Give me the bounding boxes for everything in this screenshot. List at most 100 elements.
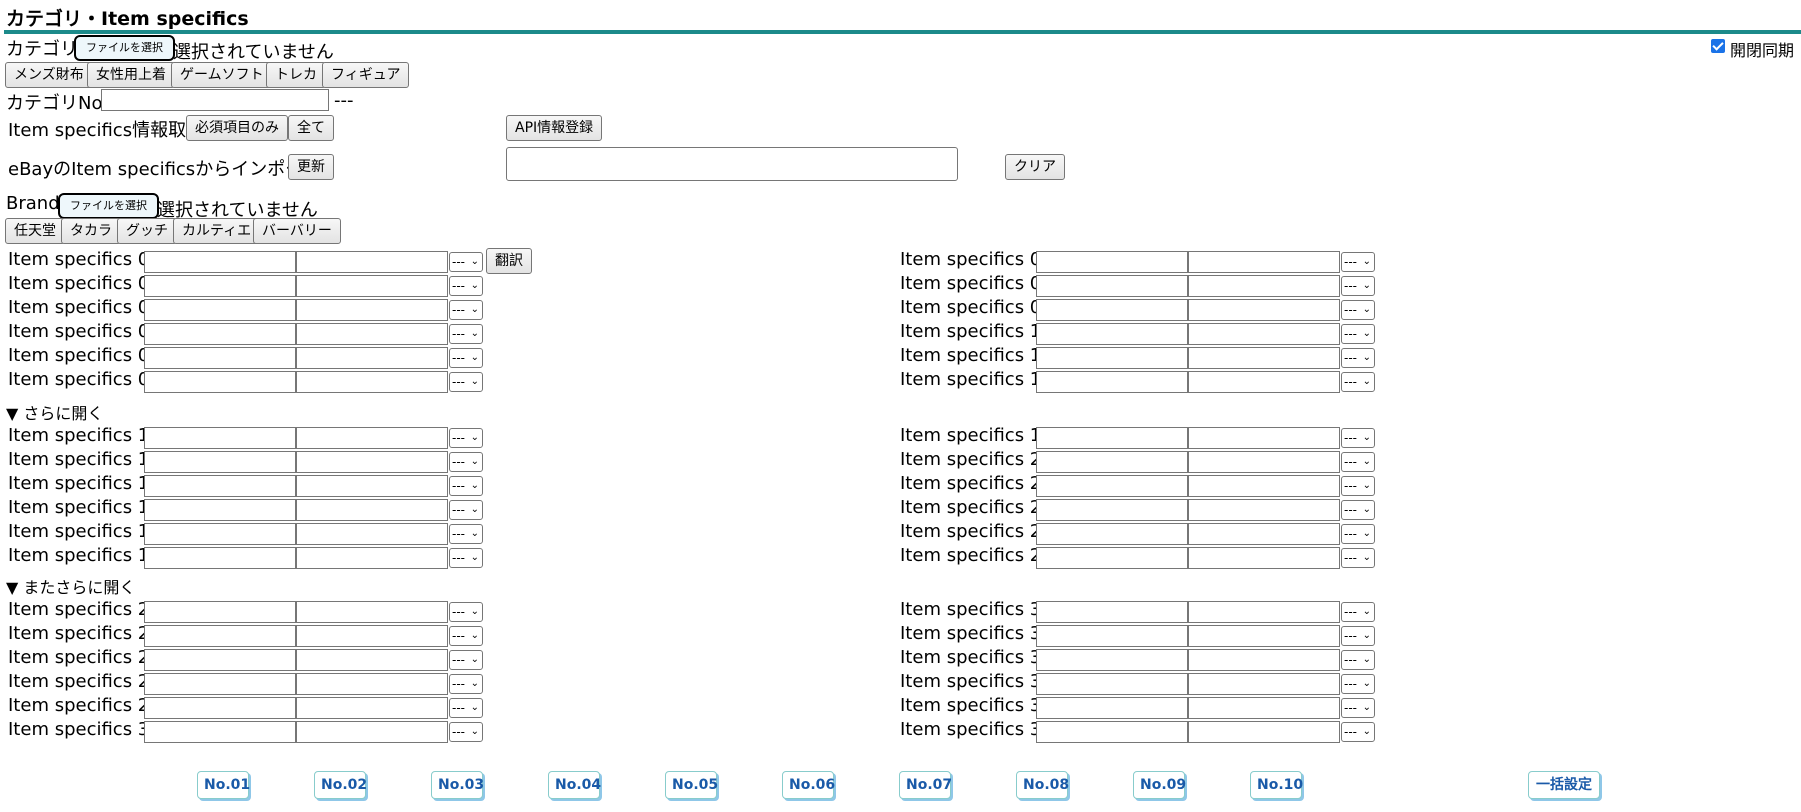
item-specifics-value-input[interactable] bbox=[1188, 625, 1340, 647]
item-specifics-value-input[interactable] bbox=[1188, 523, 1340, 545]
number-button[interactable]: No.06 bbox=[782, 771, 835, 799]
item-specifics-select[interactable]: --- ⌄ bbox=[1341, 276, 1375, 296]
item-specifics-name-input[interactable] bbox=[1036, 697, 1188, 719]
item-specifics-value-input[interactable] bbox=[296, 625, 448, 647]
item-specifics-name-input[interactable] bbox=[1036, 347, 1188, 369]
item-specifics-value-input[interactable] bbox=[1188, 697, 1340, 719]
item-specifics-value-input[interactable] bbox=[1188, 475, 1340, 497]
api-register-button[interactable]: API情報登録 bbox=[506, 115, 603, 141]
item-specifics-name-input[interactable] bbox=[1036, 523, 1188, 545]
item-specifics-name-input[interactable] bbox=[1036, 547, 1188, 569]
item-specifics-value-input[interactable] bbox=[296, 275, 448, 297]
expand-further-toggle[interactable]: ▼ またさらに開く bbox=[6, 574, 135, 598]
item-specifics-name-input[interactable] bbox=[1036, 451, 1188, 473]
brand-preset-button[interactable]: バーバリー bbox=[253, 218, 341, 244]
item-specifics-value-input[interactable] bbox=[296, 697, 448, 719]
item-specifics-select[interactable]: --- ⌄ bbox=[1341, 698, 1375, 718]
category-number-input[interactable] bbox=[101, 89, 329, 111]
item-specifics-name-input[interactable] bbox=[144, 275, 296, 297]
item-specifics-name-input[interactable] bbox=[1036, 371, 1188, 393]
category-preset-button[interactable]: トレカ bbox=[266, 62, 326, 88]
item-specifics-name-input[interactable] bbox=[1036, 299, 1188, 321]
import-textarea[interactable] bbox=[506, 147, 958, 181]
item-specifics-select[interactable]: --- ⌄ bbox=[449, 324, 483, 344]
number-button[interactable]: No.01 bbox=[197, 771, 250, 799]
item-specifics-name-input[interactable] bbox=[1036, 601, 1188, 623]
expand-more-toggle[interactable]: ▼ さらに開く bbox=[6, 400, 103, 424]
item-specifics-value-input[interactable] bbox=[1188, 451, 1340, 473]
required-only-button[interactable]: 必須項目のみ bbox=[186, 115, 288, 141]
item-specifics-value-input[interactable] bbox=[296, 371, 448, 393]
item-specifics-select[interactable]: --- ⌄ bbox=[1341, 626, 1375, 646]
item-specifics-select[interactable]: --- ⌄ bbox=[449, 276, 483, 296]
item-specifics-name-input[interactable] bbox=[144, 697, 296, 719]
brand-file-button[interactable]: ファイルを選択 bbox=[58, 193, 159, 219]
item-specifics-select[interactable]: --- ⌄ bbox=[449, 476, 483, 496]
translate-button[interactable]: 翻訳 bbox=[486, 248, 532, 274]
category-preset-button[interactable]: ゲームソフト bbox=[171, 62, 273, 88]
item-specifics-value-input[interactable] bbox=[296, 721, 448, 743]
item-specifics-value-input[interactable] bbox=[1188, 275, 1340, 297]
item-specifics-name-input[interactable] bbox=[1036, 323, 1188, 345]
all-button[interactable]: 全て bbox=[288, 115, 334, 141]
item-specifics-value-input[interactable] bbox=[296, 649, 448, 671]
item-specifics-name-input[interactable] bbox=[144, 721, 296, 743]
item-specifics-select[interactable]: --- ⌄ bbox=[449, 252, 483, 272]
item-specifics-select[interactable]: --- ⌄ bbox=[1341, 348, 1375, 368]
item-specifics-value-input[interactable] bbox=[296, 427, 448, 449]
item-specifics-name-input[interactable] bbox=[144, 547, 296, 569]
item-specifics-select[interactable]: --- ⌄ bbox=[1341, 650, 1375, 670]
item-specifics-value-input[interactable] bbox=[296, 499, 448, 521]
item-specifics-name-input[interactable] bbox=[144, 499, 296, 521]
item-specifics-value-input[interactable] bbox=[296, 547, 448, 569]
item-specifics-value-input[interactable] bbox=[1188, 347, 1340, 369]
brand-preset-button[interactable]: カルティエ bbox=[173, 218, 261, 244]
category-preset-button[interactable]: メンズ財布 bbox=[5, 62, 93, 88]
item-specifics-value-input[interactable] bbox=[296, 299, 448, 321]
update-button[interactable]: 更新 bbox=[288, 154, 334, 180]
item-specifics-select[interactable]: --- ⌄ bbox=[449, 548, 483, 568]
category-preset-button[interactable]: フィギュア bbox=[322, 62, 410, 88]
item-specifics-select[interactable]: --- ⌄ bbox=[1341, 372, 1375, 392]
item-specifics-name-input[interactable] bbox=[1036, 625, 1188, 647]
item-specifics-select[interactable]: --- ⌄ bbox=[449, 674, 483, 694]
item-specifics-name-input[interactable] bbox=[144, 451, 296, 473]
item-specifics-name-input[interactable] bbox=[1036, 673, 1188, 695]
item-specifics-name-input[interactable] bbox=[1036, 275, 1188, 297]
item-specifics-name-input[interactable] bbox=[1036, 499, 1188, 521]
category-file-button[interactable]: ファイルを選択 bbox=[74, 35, 175, 61]
item-specifics-select[interactable]: --- ⌄ bbox=[449, 372, 483, 392]
item-specifics-select[interactable]: --- ⌄ bbox=[449, 722, 483, 742]
bulk-set-button[interactable]: 一括設定 bbox=[1528, 771, 1600, 799]
item-specifics-name-input[interactable] bbox=[144, 427, 296, 449]
item-specifics-select[interactable]: --- ⌄ bbox=[1341, 300, 1375, 320]
number-button[interactable]: No.03 bbox=[431, 771, 484, 799]
item-specifics-select[interactable]: --- ⌄ bbox=[1341, 602, 1375, 622]
number-button[interactable]: No.05 bbox=[665, 771, 718, 799]
number-button[interactable]: No.02 bbox=[314, 771, 367, 799]
item-specifics-name-input[interactable] bbox=[1036, 251, 1188, 273]
item-specifics-value-input[interactable] bbox=[1188, 499, 1340, 521]
item-specifics-name-input[interactable] bbox=[144, 299, 296, 321]
item-specifics-value-input[interactable] bbox=[296, 451, 448, 473]
item-specifics-select[interactable]: --- ⌄ bbox=[1341, 722, 1375, 742]
item-specifics-value-input[interactable] bbox=[1188, 371, 1340, 393]
sync-checkbox[interactable] bbox=[1711, 39, 1725, 53]
item-specifics-select[interactable]: --- ⌄ bbox=[1341, 524, 1375, 544]
number-button[interactable]: No.10 bbox=[1250, 771, 1303, 799]
item-specifics-value-input[interactable] bbox=[296, 523, 448, 545]
item-specifics-value-input[interactable] bbox=[1188, 323, 1340, 345]
item-specifics-value-input[interactable] bbox=[1188, 251, 1340, 273]
item-specifics-name-input[interactable] bbox=[144, 371, 296, 393]
item-specifics-name-input[interactable] bbox=[144, 649, 296, 671]
item-specifics-value-input[interactable] bbox=[1188, 601, 1340, 623]
number-button[interactable]: No.09 bbox=[1133, 771, 1186, 799]
item-specifics-select[interactable]: --- ⌄ bbox=[1341, 324, 1375, 344]
item-specifics-select[interactable]: --- ⌄ bbox=[1341, 476, 1375, 496]
item-specifics-select[interactable]: --- ⌄ bbox=[449, 428, 483, 448]
item-specifics-select[interactable]: --- ⌄ bbox=[449, 698, 483, 718]
item-specifics-select[interactable]: --- ⌄ bbox=[1341, 428, 1375, 448]
item-specifics-select[interactable]: --- ⌄ bbox=[449, 348, 483, 368]
item-specifics-value-input[interactable] bbox=[296, 475, 448, 497]
item-specifics-value-input[interactable] bbox=[1188, 299, 1340, 321]
